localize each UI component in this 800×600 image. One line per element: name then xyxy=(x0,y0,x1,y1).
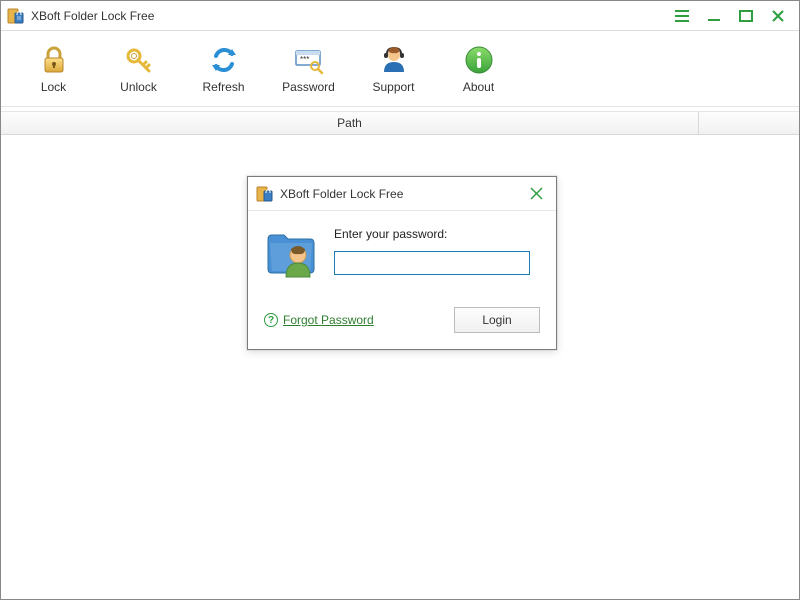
window-controls xyxy=(673,7,793,25)
support-button[interactable]: Support xyxy=(351,44,436,94)
unlock-button[interactable]: Unlock xyxy=(96,44,181,94)
login-dialog: XBoft Folder Lock Free Enter your pa xyxy=(247,176,557,350)
table-header: Path xyxy=(1,111,799,135)
dialog-close-icon[interactable] xyxy=(530,187,548,200)
password-label: Password xyxy=(282,80,335,94)
refresh-label: Refresh xyxy=(202,80,244,94)
svg-text:***: *** xyxy=(300,55,309,64)
password-prompt: Enter your password: xyxy=(334,227,540,241)
minimize-icon[interactable] xyxy=(705,7,723,25)
app-title: XBoft Folder Lock Free xyxy=(31,9,673,23)
forgot-password-text[interactable]: Forgot Password xyxy=(283,313,374,327)
main-window: XBoft Folder Lock Free xyxy=(0,0,800,600)
help-icon: ? xyxy=(264,313,278,327)
about-button[interactable]: About xyxy=(436,44,521,94)
password-icon: *** xyxy=(293,44,325,76)
support-icon xyxy=(378,44,410,76)
close-icon[interactable] xyxy=(769,7,787,25)
dialog-title: XBoft Folder Lock Free xyxy=(280,187,530,201)
unlock-label: Unlock xyxy=(120,80,157,94)
dialog-body: Enter your password: ? Forgot Password L… xyxy=(248,211,556,349)
password-input[interactable] xyxy=(334,251,530,275)
refresh-button[interactable]: Refresh xyxy=(181,44,266,94)
lock-icon xyxy=(38,44,70,76)
password-button[interactable]: *** Password xyxy=(266,44,351,94)
dialog-titlebar: XBoft Folder Lock Free xyxy=(248,177,556,211)
key-icon xyxy=(123,44,155,76)
info-icon xyxy=(463,44,495,76)
about-label: About xyxy=(463,80,494,94)
titlebar: XBoft Folder Lock Free xyxy=(1,1,799,31)
lock-label: Lock xyxy=(41,80,66,94)
app-icon xyxy=(7,7,25,25)
refresh-icon xyxy=(208,44,240,76)
forgot-password-link[interactable]: ? Forgot Password xyxy=(264,313,374,327)
dialog-app-icon xyxy=(256,185,274,203)
user-folder-icon xyxy=(264,225,322,283)
lock-button[interactable]: Lock xyxy=(11,44,96,94)
column-path[interactable]: Path xyxy=(1,112,699,134)
support-label: Support xyxy=(372,80,414,94)
maximize-icon[interactable] xyxy=(737,7,755,25)
toolbar: Lock Unlock Refresh xyxy=(1,31,799,107)
login-button[interactable]: Login xyxy=(454,307,540,333)
menu-icon[interactable] xyxy=(673,7,691,25)
